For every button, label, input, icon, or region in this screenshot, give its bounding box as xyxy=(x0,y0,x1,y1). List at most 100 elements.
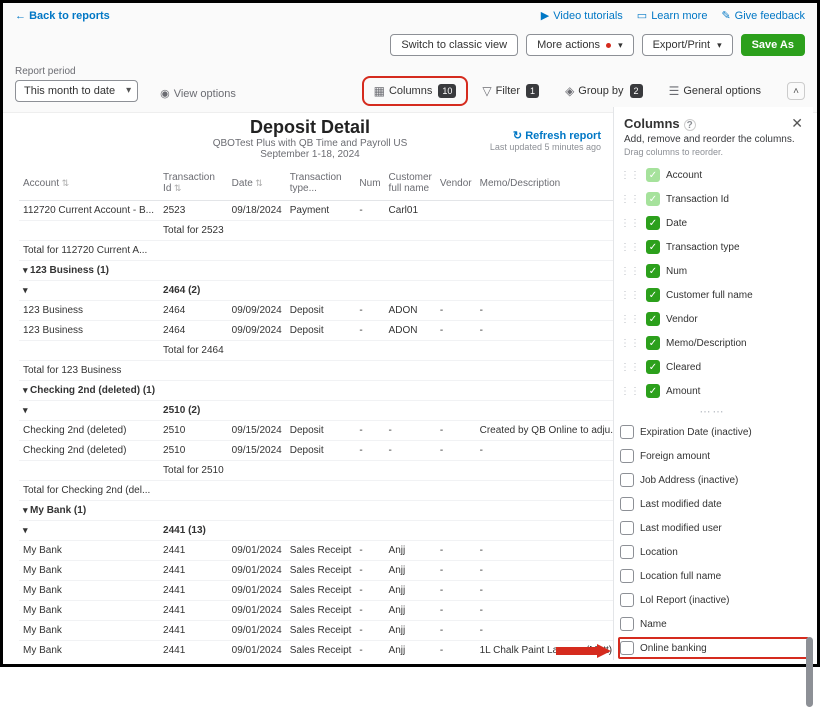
column-option-active[interactable]: ⋮⋮Transaction Id xyxy=(618,187,807,211)
column-option-inactive[interactable]: Lol Report (inactive) xyxy=(618,588,807,612)
column-option-inactive[interactable]: Last modified date xyxy=(618,492,807,516)
column-option-inactive[interactable]: Location full name xyxy=(618,564,807,588)
checkbox-checked[interactable] xyxy=(646,264,660,278)
checkbox-checked[interactable] xyxy=(646,360,660,374)
column-option-active[interactable]: ⋮⋮Amount xyxy=(618,379,807,403)
total-row[interactable]: Total for 2464 xyxy=(19,341,613,361)
drag-handle-icon[interactable]: ⋮⋮ xyxy=(620,338,640,349)
column-header[interactable]: Transaction type... xyxy=(286,166,356,201)
group-row[interactable]: Checking 2nd (deleted) (1) xyxy=(19,381,613,401)
column-header[interactable]: Account xyxy=(19,166,159,201)
group-row[interactable]: 123 Business (1) xyxy=(19,261,613,281)
table-row[interactable]: My Bank244109/01/2024Sales Receipt-Anjj-… xyxy=(19,621,613,641)
checkbox-unchecked[interactable] xyxy=(620,449,634,463)
drag-handle-icon[interactable]: ⋮⋮ xyxy=(620,314,640,325)
column-header[interactable]: Transaction Id xyxy=(159,166,228,201)
column-option-active[interactable]: ⋮⋮Customer full name xyxy=(618,283,807,307)
close-panel-button[interactable]: ✕ xyxy=(791,115,803,132)
checkbox-checked[interactable] xyxy=(646,288,660,302)
checkbox-unchecked[interactable] xyxy=(620,473,634,487)
checkbox-unchecked[interactable] xyxy=(620,569,634,583)
column-header[interactable]: Customer full name xyxy=(385,166,436,201)
column-option-active[interactable]: ⋮⋮Num xyxy=(618,259,807,283)
group-by-pill[interactable]: ◈ Group by 2 xyxy=(557,80,651,102)
table-row[interactable]: My Bank244109/01/2024Sales Receipt-Anjj-… xyxy=(19,641,613,661)
columns-list[interactable]: ⋮⋮Account⋮⋮Transaction Id⋮⋮Date⋮⋮Transac… xyxy=(614,163,813,660)
table-row[interactable]: My Bank244109/01/2024Sales Receipt-Anjj-… xyxy=(19,581,613,601)
checkbox-checked[interactable] xyxy=(646,384,660,398)
total-row[interactable]: Total for 112720 Current A... xyxy=(19,241,613,261)
report-period-select[interactable]: This month to date xyxy=(15,80,138,102)
total-row[interactable]: Total for 123 Business xyxy=(19,361,613,381)
drag-handle-icon[interactable]: ⋮⋮ xyxy=(620,170,640,181)
drag-handle-icon[interactable]: ⋮⋮ xyxy=(620,362,640,373)
column-header[interactable]: Date xyxy=(228,166,286,201)
save-as-button[interactable]: Save As xyxy=(741,34,805,56)
column-option-active[interactable]: ⋮⋮Cleared xyxy=(618,355,807,379)
checkbox-unchecked[interactable] xyxy=(620,497,634,511)
checkbox-checked[interactable] xyxy=(646,168,660,182)
drag-handle-icon[interactable]: ⋮⋮ xyxy=(620,242,640,253)
panel-vertical-scrollbar[interactable] xyxy=(806,257,813,650)
column-header[interactable]: Num xyxy=(355,166,384,201)
table-row[interactable]: 123 Business246409/09/2024Deposit-ADON-- xyxy=(19,301,613,321)
table-row[interactable]: Checking 2nd (deleted)251009/15/2024Depo… xyxy=(19,421,613,441)
export-print-button[interactable]: Export/Print xyxy=(642,34,733,56)
columns-pill[interactable]: ▦ Columns 10 xyxy=(366,80,465,102)
more-actions-button[interactable]: More actions xyxy=(526,34,634,56)
table-row[interactable]: Checking 2nd (deleted)251009/15/2024Depo… xyxy=(19,441,613,461)
column-option-inactive[interactable]: Location xyxy=(618,540,807,564)
table-row[interactable]: 112720 Current Account - B...252309/18/2… xyxy=(19,201,613,221)
column-option-inactive[interactable]: Last modified user xyxy=(618,516,807,540)
checkbox-unchecked[interactable] xyxy=(620,521,634,535)
help-icon[interactable]: ? xyxy=(684,119,696,131)
column-header[interactable]: Memo/Description xyxy=(476,166,613,201)
table-row[interactable]: My Bank244109/01/2024Sales Receipt-Anjj-… xyxy=(19,601,613,621)
back-to-reports-link[interactable]: Back to reports xyxy=(15,10,110,22)
group-row[interactable]: 2464 (2) xyxy=(19,281,613,301)
refresh-report-button[interactable]: Refresh report xyxy=(490,129,601,142)
column-option-active[interactable]: ⋮⋮Account xyxy=(618,163,807,187)
collapse-panel-button[interactable]: ˄ xyxy=(787,82,805,100)
total-row[interactable]: Total for 2523 xyxy=(19,221,613,241)
checkbox-unchecked[interactable] xyxy=(620,641,634,655)
drag-handle-icon[interactable]: ⋮⋮ xyxy=(620,218,640,229)
checkbox-unchecked[interactable] xyxy=(620,425,634,439)
total-row[interactable]: Total for Checking 2nd (del... xyxy=(19,481,613,501)
learn-more-link[interactable]: ▭Learn more xyxy=(637,9,708,22)
column-header[interactable]: Vendor xyxy=(436,166,476,201)
column-option-active[interactable]: ⋮⋮Transaction type xyxy=(618,235,807,259)
column-option-inactive[interactable]: Name xyxy=(618,612,807,636)
table-row[interactable]: 123 Business246409/09/2024Deposit-ADON-- xyxy=(19,321,613,341)
table-row[interactable]: My Bank244109/01/2024Sales Receipt-Anjj-… xyxy=(19,541,613,561)
give-feedback-link[interactable]: ✎Give feedback xyxy=(721,9,805,22)
drag-handle-icon[interactable]: ⋮⋮ xyxy=(620,290,640,301)
switch-classic-button[interactable]: Switch to classic view xyxy=(390,34,518,56)
checkbox-checked[interactable] xyxy=(646,336,660,350)
checkbox-unchecked[interactable] xyxy=(620,545,634,559)
group-row[interactable]: 2510 (2) xyxy=(19,401,613,421)
checkbox-checked[interactable] xyxy=(646,240,660,254)
checkbox-checked[interactable] xyxy=(646,312,660,326)
column-option-active[interactable]: ⋮⋮Vendor xyxy=(618,307,807,331)
group-row[interactable]: My Bank (1) xyxy=(19,501,613,521)
column-option-active[interactable]: ⋮⋮Date xyxy=(618,211,807,235)
checkbox-unchecked[interactable] xyxy=(620,593,634,607)
column-option-inactive[interactable]: Online banking xyxy=(618,636,807,660)
total-row[interactable]: Total for 2510 xyxy=(19,461,613,481)
drag-handle-icon[interactable]: ⋮⋮ xyxy=(620,194,640,205)
checkbox-checked[interactable] xyxy=(646,192,660,206)
filter-pill[interactable]: ▽ Filter 1 xyxy=(474,80,547,102)
drag-handle-icon[interactable]: ⋮⋮ xyxy=(620,266,640,277)
checkbox-unchecked[interactable] xyxy=(620,617,634,631)
column-option-active[interactable]: ⋮⋮Memo/Description xyxy=(618,331,807,355)
view-options-toggle[interactable]: ◉ View options xyxy=(160,87,236,100)
video-tutorials-link[interactable]: ▶Video tutorials xyxy=(541,9,623,22)
checkbox-checked[interactable] xyxy=(646,216,660,230)
table-row[interactable]: My Bank244109/01/2024Sales Receipt-Anjj-… xyxy=(19,561,613,581)
drag-handle-icon[interactable]: ⋮⋮ xyxy=(620,386,640,397)
column-option-inactive[interactable]: Job Address (inactive) xyxy=(618,468,807,492)
column-option-inactive[interactable]: Expiration Date (inactive) xyxy=(618,420,807,444)
group-row[interactable]: 2441 (13) xyxy=(19,521,613,541)
general-options-pill[interactable]: ☰ General options xyxy=(661,80,769,102)
